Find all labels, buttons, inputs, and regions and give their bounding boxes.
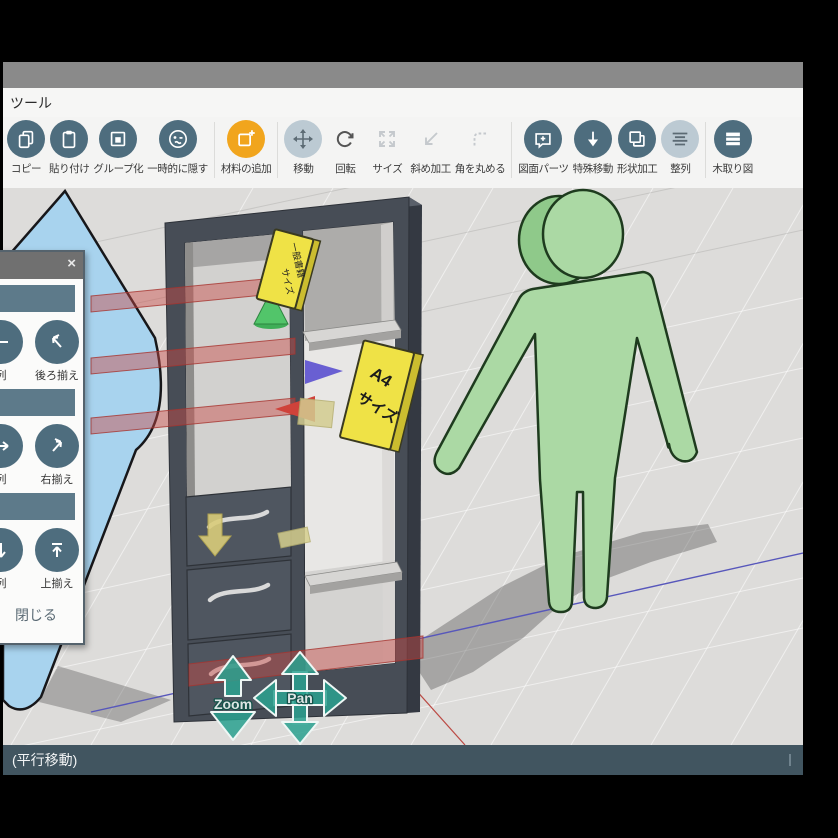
toolbar-label: 移動 — [293, 161, 313, 176]
hide-face-icon — [159, 120, 197, 158]
special-move-button[interactable]: 特殊移動 — [571, 120, 615, 176]
toolbar-separator — [511, 122, 512, 178]
align-row-left-icon — [0, 528, 23, 572]
align-dialog: × 列 後ろ揃え — [0, 250, 85, 645]
toolbar-label: 木取り図 — [712, 161, 752, 176]
menu-item-tools[interactable]: ツール — [10, 93, 52, 113]
paste-icon — [50, 120, 88, 158]
align-top-button[interactable]: 上揃え — [35, 528, 79, 591]
drawing-parts-icon — [524, 120, 562, 158]
toolbar-label: 斜め加工 — [410, 161, 450, 176]
resize-icon — [368, 120, 406, 158]
shape-edit-button[interactable]: 形状加工 — [615, 120, 659, 176]
align-back-button[interactable]: 後ろ揃え — [35, 320, 79, 383]
align-dialog-section-band — [0, 493, 75, 520]
special-move-icon — [574, 120, 612, 158]
toolbar-label: 貼り付け — [49, 161, 89, 176]
toolbar-label: コピー — [11, 161, 41, 176]
toolbar-label: 特殊移動 — [573, 161, 613, 176]
status-bar: (平行移動) — [3, 745, 803, 775]
viewport-3d[interactable]: 一般書籍 サイズ A4 サイズ Zoom — [3, 188, 803, 745]
toolbar-separator — [214, 122, 215, 178]
add-material-icon — [227, 120, 265, 158]
rotate-icon — [326, 120, 364, 158]
bevel-button[interactable]: 斜め加工 — [408, 120, 452, 176]
drawing-parts-button[interactable]: 図面パーツ — [516, 120, 570, 176]
paste-button[interactable]: 貼り付け — [47, 120, 91, 176]
align-back-label: 後ろ揃え — [35, 367, 79, 383]
align-back-icon — [35, 320, 79, 364]
window-title-band — [3, 62, 803, 88]
align-top-label: 上揃え — [41, 575, 74, 591]
pan-widget-label: Pan — [287, 690, 313, 706]
rotate-button[interactable]: 回転 — [324, 120, 366, 176]
group-icon — [99, 120, 137, 158]
align-top-icon — [35, 528, 79, 572]
status-text: (平行移動) — [12, 750, 77, 770]
add-material-button[interactable]: 材料の追加 — [219, 120, 274, 176]
toolbar-separator — [705, 122, 706, 178]
toolbar-label: グループ化 — [93, 161, 143, 176]
bevel-icon — [412, 120, 450, 158]
toolbar-label: 回転 — [335, 161, 355, 176]
toolbar-label: 材料の追加 — [221, 161, 272, 176]
align-dialog-section-band — [0, 389, 75, 416]
hide-temporarily-button[interactable]: 一時的に隠す — [145, 120, 210, 176]
align-button[interactable]: 整列 — [659, 120, 701, 176]
align-row-left-label: 列 — [0, 367, 7, 383]
align-row-left-icon — [0, 424, 23, 468]
toolbar-label: サイズ — [372, 161, 402, 176]
align-right-label: 右揃え — [41, 471, 74, 487]
toolbar-label: 形状加工 — [617, 161, 657, 176]
cutting-diagram-icon — [714, 120, 752, 158]
align-right-icon — [35, 424, 79, 468]
align-row-left-icon — [0, 320, 23, 364]
toolbar-label: 図面パーツ — [518, 161, 568, 176]
close-icon[interactable]: × — [67, 255, 76, 272]
round-corner-icon — [461, 120, 499, 158]
menu-bar: ツール — [3, 88, 803, 117]
toolbar-label: 角を丸める — [455, 161, 506, 176]
align-row-left-label: 列 — [0, 471, 7, 487]
align-right-button[interactable]: 右揃え — [35, 424, 79, 487]
zoom-widget-label: Zoom — [214, 696, 252, 712]
copy-button[interactable]: コピー — [5, 120, 47, 176]
size-button[interactable]: サイズ — [366, 120, 408, 176]
align-icon — [661, 120, 699, 158]
toolbar-label: 一時的に隠す — [147, 161, 208, 176]
copy-icon — [7, 120, 45, 158]
toolbar-separator — [277, 122, 278, 178]
toolbar: コピー 貼り付け グループ化 — [3, 117, 803, 192]
close-dialog-button[interactable]: 閉じる — [15, 605, 83, 625]
app-window: ツール コピー 貼り付け グループ化 — [3, 62, 803, 775]
align-row-left-button[interactable]: 列 — [0, 528, 23, 591]
align-row-left-button[interactable]: 列 — [0, 424, 23, 487]
align-row-left-button[interactable]: 列 — [0, 320, 23, 383]
cutting-diagram-button[interactable]: 木取り図 — [710, 120, 754, 176]
status-bar-grip — [789, 754, 791, 766]
align-dialog-titlebar[interactable]: × — [0, 252, 83, 279]
round-corner-button[interactable]: 角を丸める — [453, 120, 508, 176]
shape-edit-icon — [618, 120, 656, 158]
move-button[interactable]: 移動 — [282, 120, 324, 176]
toolbar-label: 整列 — [670, 161, 690, 176]
align-dialog-section-band — [0, 285, 75, 312]
move-icon — [284, 120, 322, 158]
align-row-left-label: 列 — [0, 575, 7, 591]
group-button[interactable]: グループ化 — [91, 120, 145, 176]
